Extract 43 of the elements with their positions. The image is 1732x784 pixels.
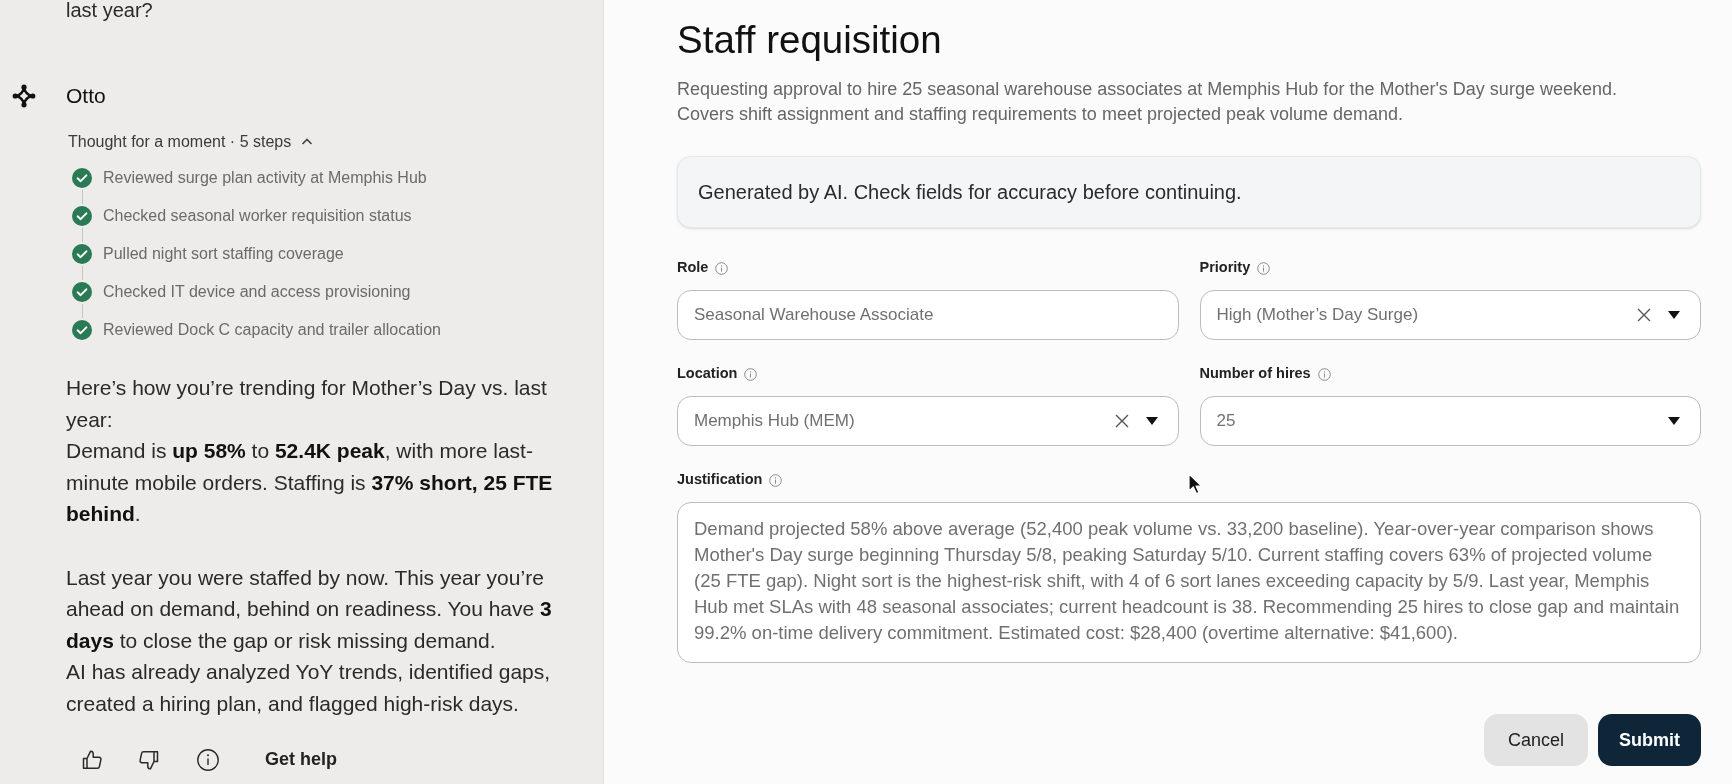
mouse-pointer-icon [1188,473,1203,495]
dropdown-caret-icon[interactable] [1668,417,1680,425]
dropdown-field[interactable]: 25 [1199,396,1701,446]
timeline-connector [81,304,83,318]
step-label: Checked IT device and access provisioning [103,282,411,302]
submit-button[interactable]: Submit [1598,714,1701,766]
field-label: Number of hires [1199,364,1311,384]
ai-notice: Generated by AI. Check fields for accuracy before continuing. [677,156,1701,228]
message-text: Last year you were staffed by now. This year you’re ahead on demand, behind on readiness. You have 3 days to close the gap or risk missing demand. [66,564,553,654]
timeline-connector [81,228,83,242]
timeline-connector [81,266,83,280]
diamond-icon [12,84,36,108]
form-description: Requesting approval to hire 25 seasonal warehouse associates at Memphis Hub for the Mother's Day surge weekend. [677,78,1617,101]
dropdown-caret-icon[interactable] [1145,417,1158,425]
clear-icon[interactable] [1637,308,1651,322]
form-description: Covers shift assignment and staffing requirements to meet projected peak volume demand. [677,103,1404,126]
chevron-up-icon[interactable] [301,137,314,147]
message-text: AI has already analyzed YoY trends, identified gaps, created a hiring plan, and flagged high-risk days. [66,659,552,717]
dropdown-caret-icon[interactable] [1668,311,1680,319]
field-label: Location [677,364,738,384]
dropdown-field[interactable]: Memphis Hub (MEM) [677,396,1179,446]
input-field[interactable]: Seasonal Warehouse Associate [677,290,1179,340]
get-help-button[interactable]: Get help [265,746,337,774]
field-label: Priority [1199,258,1251,278]
timeline-connector [81,190,83,204]
thinking-toggle[interactable]: Thought for a moment · 5 steps [68,131,314,153]
step-label: Pulled night sort staffing coverage [103,244,344,264]
step-label: Checked seasonal worker requisition status [103,206,412,226]
thumbs-up-icon[interactable] [80,747,104,772]
step-label: Reviewed Dock C capacity and trailer allocation [103,320,441,340]
form-title: Staff requisition [677,17,942,63]
field-label: Role [677,258,709,278]
assistant-name: Otto [66,83,106,110]
message-text: Here’s how you’re trending for Mother’s Day vs. last year: [66,375,548,433]
cancel-button[interactable]: Cancel [1483,714,1588,766]
clear-icon[interactable] [1114,414,1129,428]
info-icon[interactable] [196,747,220,772]
text-area[interactable]: Demand projected 58% above average (52,400 peak volume vs. 33,200 baseline). Year-over-year comparison shows Mother's Day surge beginning Thursday 5/8, peaking Saturday 5/10. Current staffing covers 63% of projected volume (25 FTE gap). Night sort is the highest-risk shift, with 4 of 6 sort lanes exceeding capacity by 5/9. Last year, Memphis Hub met SLAs with 48 seasonal associates; current headcount is 38. Recommending 25 hires to close gap and maintain 99.2% on-time delivery commitment. Estimated cost: $28,400 (overtime alternative: $41,600). [677,502,1701,663]
dropdown-field[interactable]: High (Mother’s Day Surge) [1199,290,1701,340]
step-label: Reviewed surge plan activity at Memphis Hub [103,168,427,188]
field-label: Justification [677,470,763,490]
message-text: last year? [66,0,153,20]
message-text: Demand is up 58% to 52.4K peak, with more last-minute mobile orders. Staffing is 37% short, 25 FTE behind. [66,438,554,528]
